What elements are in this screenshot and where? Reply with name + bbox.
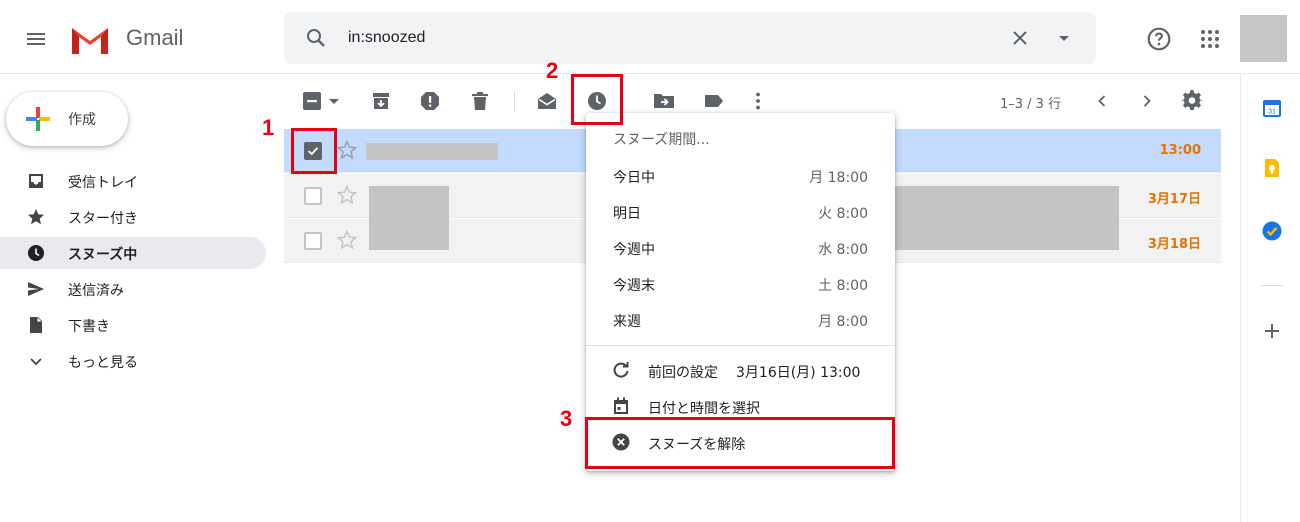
snooze-option-later-this-week[interactable]: 今週中 水 8:00	[586, 229, 895, 265]
star-outline-icon[interactable]	[336, 139, 358, 161]
menu-item-label: 今週中	[613, 242, 655, 258]
snooze-menu-title: スヌーズ期間...	[613, 132, 710, 148]
chevron-down-icon	[30, 358, 42, 366]
sidebar-item-inbox[interactable]: 受信トレイ	[0, 165, 266, 197]
clock-icon	[28, 245, 44, 261]
sidebar-item-more[interactable]: もっと見る	[0, 345, 266, 377]
row-date: 13:00	[1159, 143, 1201, 158]
sidebar-item-label: 下書き	[68, 319, 110, 335]
annotation-step-3: 3	[560, 406, 573, 431]
star-icon	[28, 209, 44, 225]
menu-item-time: 3月16日(月) 13:00	[736, 365, 861, 381]
add-icon[interactable]	[1261, 320, 1283, 342]
report-spam-icon[interactable]	[418, 89, 442, 113]
menu-item-label: 今週末	[613, 278, 655, 294]
snooze-option-next-week[interactable]: 来週 月 8:00	[586, 301, 895, 337]
annotation-box-step-3	[585, 417, 895, 469]
settings-gear-icon[interactable]	[1180, 89, 1204, 113]
annotation-box-step-1	[291, 128, 337, 174]
more-vert-icon[interactable]	[746, 89, 770, 113]
menu-item-time: 火 8:00	[818, 206, 868, 222]
annotation-step-1: 1	[262, 115, 275, 140]
sidebar-item-drafts[interactable]: 下書き	[0, 309, 266, 341]
menu-icon[interactable]	[24, 27, 48, 51]
search-bar	[284, 12, 1096, 64]
menu-item-time: 月 8:00	[818, 314, 868, 330]
select-dropdown-icon[interactable]	[326, 89, 342, 113]
sidebar-item-label: スター付き	[68, 211, 138, 227]
label-icon[interactable]	[702, 89, 726, 113]
sidebar-item-snoozed[interactable]: スヌーズ中	[0, 237, 266, 269]
sidebar-item-label: スヌーズ中	[68, 247, 138, 263]
sidebar-item-label: 送信済み	[68, 283, 124, 299]
sidebar-item-label: 受信トレイ	[68, 175, 138, 191]
search-icon[interactable]	[304, 26, 328, 50]
gmail-wordmark[interactable]: Gmail	[126, 25, 183, 51]
menu-item-label: 今日中	[613, 170, 655, 186]
calendar-icon[interactable]: 31	[1261, 97, 1283, 119]
tasks-icon[interactable]	[1261, 220, 1283, 242]
refresh-icon	[613, 362, 629, 378]
delete-icon[interactable]	[468, 89, 492, 113]
help-icon[interactable]	[1146, 26, 1172, 52]
snooze-option-last-setting[interactable]: 前回の設定 3月16日(月) 13:00	[586, 352, 895, 388]
arrow-drop-down-icon[interactable]	[1052, 26, 1076, 50]
compose-button[interactable]: 作成	[6, 92, 128, 146]
annotation-box-step-2	[571, 74, 623, 125]
snooze-option-tomorrow[interactable]: 明日 火 8:00	[586, 193, 895, 229]
svg-text:31: 31	[1268, 109, 1276, 116]
row-checkbox[interactable]	[304, 232, 322, 250]
menu-item-label: 前回の設定	[648, 365, 718, 381]
close-icon[interactable]	[1008, 26, 1032, 50]
gmail-logo[interactable]	[68, 22, 112, 56]
sidebar-item-sent[interactable]: 送信済み	[0, 273, 266, 305]
menu-item-time: 月 18:00	[809, 170, 868, 186]
menu-item-label: 来週	[613, 314, 641, 330]
archive-icon[interactable]	[369, 89, 393, 113]
snooze-option-this-weekend[interactable]: 今週末 土 8:00	[586, 265, 895, 301]
star-outline-icon[interactable]	[336, 184, 358, 206]
compose-plus-icon	[26, 107, 50, 131]
avatar[interactable]	[1240, 15, 1287, 62]
chevron-left-icon[interactable]	[1090, 89, 1114, 113]
sidebar-item-label: もっと見る	[68, 355, 138, 371]
draft-icon	[30, 317, 42, 333]
mark-read-icon[interactable]	[535, 89, 559, 113]
calendar-icon	[614, 397, 628, 414]
compose-label: 作成	[68, 112, 96, 128]
top-header: Gmail	[0, 0, 1300, 74]
apps-icon[interactable]	[1198, 27, 1222, 51]
chevron-right-icon[interactable]	[1135, 89, 1159, 113]
menu-divider	[586, 345, 895, 346]
row-checkbox[interactable]	[304, 187, 322, 205]
side-panel: 31	[1240, 74, 1300, 522]
select-checkbox-icon[interactable]	[300, 89, 324, 113]
redacted-subject	[893, 186, 1119, 250]
menu-item-time: 水 8:00	[818, 242, 868, 258]
inbox-icon	[29, 174, 43, 188]
toolbar-divider	[514, 91, 515, 111]
menu-item-label: 日付と時間を選択	[648, 401, 760, 417]
keep-icon[interactable]	[1261, 157, 1283, 179]
side-panel-divider	[1261, 285, 1283, 286]
row-date: 3月17日	[1147, 192, 1201, 207]
redacted-sender	[369, 186, 449, 250]
send-icon	[28, 282, 44, 296]
menu-item-label: 明日	[613, 206, 641, 222]
move-to-icon[interactable]	[652, 89, 676, 113]
annotation-step-2: 2	[546, 58, 559, 83]
sidebar-item-starred[interactable]: スター付き	[0, 201, 266, 233]
star-outline-icon[interactable]	[336, 229, 358, 251]
row-date: 3月18日	[1147, 237, 1201, 252]
redacted-sender	[366, 143, 498, 160]
menu-item-time: 土 8:00	[818, 278, 868, 294]
pagination-text: 1–3 / 3 行	[1000, 97, 1062, 112]
snooze-option-later-today[interactable]: 今日中 月 18:00	[586, 157, 895, 193]
search-input[interactable]	[348, 26, 948, 50]
